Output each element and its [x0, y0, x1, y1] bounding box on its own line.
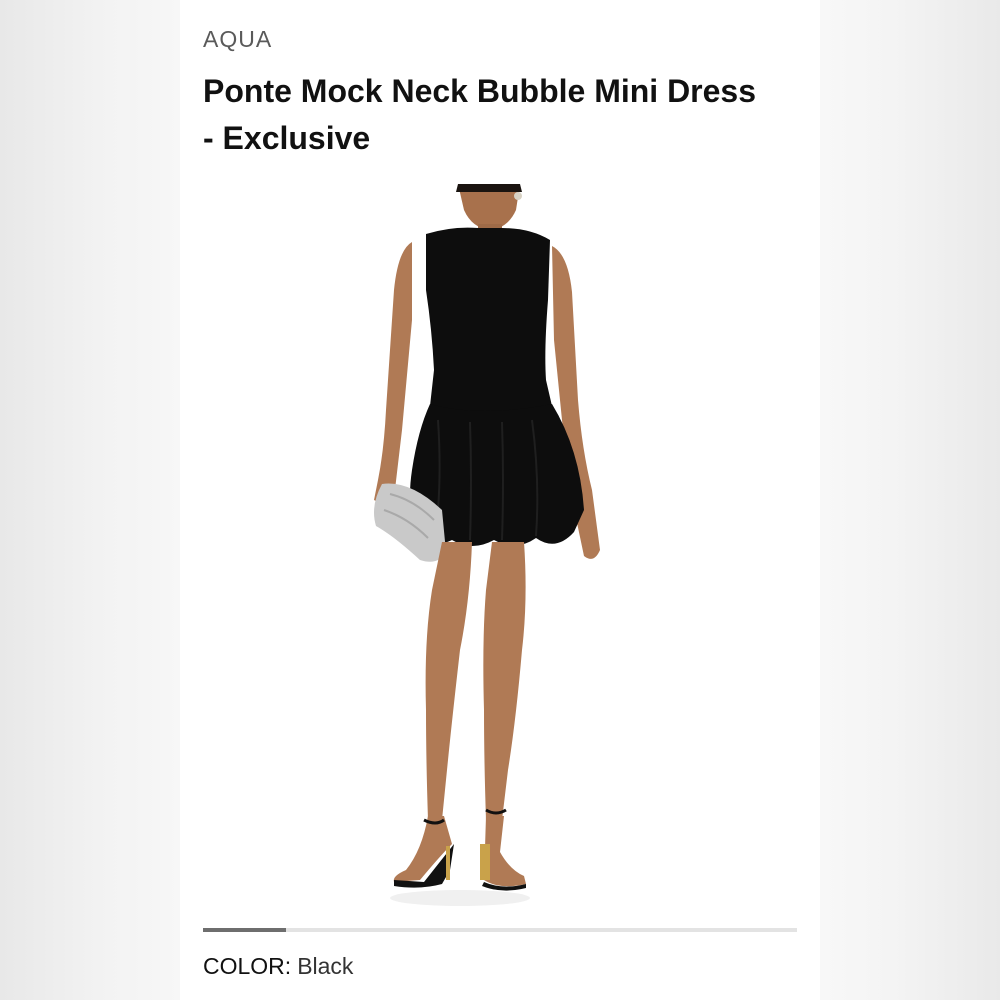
background-right — [820, 0, 1000, 1000]
color-value: Black — [297, 953, 354, 979]
model-shoes — [393, 808, 526, 891]
product-image[interactable] — [180, 180, 820, 920]
background-left — [0, 0, 180, 1000]
dress-bodice — [426, 227, 552, 414]
product-card: AQUA Ponte Mock Neck Bubble Mini Dress -… — [180, 0, 820, 1000]
carousel-scrollbar[interactable] — [203, 928, 797, 932]
color-selection: COLOR: Black — [203, 953, 353, 980]
floor-shadow — [390, 890, 530, 906]
brand-name[interactable]: AQUA — [203, 26, 272, 53]
carousel-scrollbar-thumb[interactable] — [203, 928, 287, 932]
color-label: COLOR: — [203, 953, 292, 979]
model-legs — [425, 542, 526, 820]
product-title: Ponte Mock Neck Bubble Mini Dress - Excl… — [203, 73, 757, 156]
